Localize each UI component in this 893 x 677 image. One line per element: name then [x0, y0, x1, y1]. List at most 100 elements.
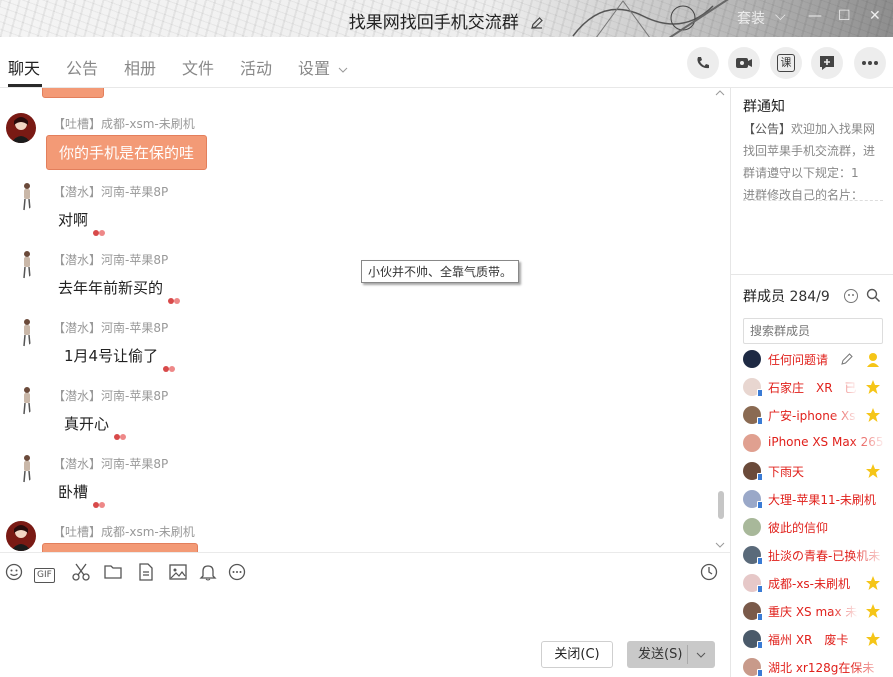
sender-name[interactable]: 【吐槽】成都-xsm-未刷机 — [53, 115, 195, 132]
app-add-button[interactable] — [811, 47, 843, 79]
send-button-label: 发送(S) — [638, 647, 683, 662]
message-item: 【吐槽】成都-xsm-未刷机 你的手机是在保的哇 — [0, 113, 700, 181]
chevron-down-icon[interactable] — [695, 641, 707, 668]
maximize-button[interactable]: ☐ — [838, 8, 851, 24]
avatar[interactable] — [6, 521, 36, 551]
member-name: 扯淡の青春-已换机未 — [768, 549, 881, 563]
avatar — [743, 518, 761, 536]
member-name: iPhone XS Max 265 — [768, 435, 884, 449]
folder-icon[interactable] — [103, 562, 123, 582]
avatar[interactable] — [6, 385, 36, 415]
phone-online-icon — [757, 389, 763, 397]
member-list-item[interactable]: 成都-xs-未刷机 — [743, 571, 893, 595]
active-tab-indicator — [8, 84, 42, 87]
voice-call-button[interactable] — [687, 47, 719, 79]
avatar[interactable] — [6, 249, 36, 279]
message-bubble[interactable]: 1月4号让偷了 — [52, 339, 176, 374]
member-list-item[interactable]: 石家庄 XR 已 — [743, 375, 893, 399]
sender-name[interactable]: 【吐槽】成都-xsm-未刷机 — [53, 523, 195, 540]
video-call-button[interactable] — [728, 47, 760, 79]
more-circle-icon[interactable] — [227, 562, 247, 582]
avatar[interactable] — [6, 453, 36, 483]
phone-online-icon — [757, 417, 763, 425]
member-search-input[interactable] — [743, 318, 883, 344]
sender-name[interactable]: 【潜水】河南-苹果8P — [53, 251, 168, 268]
member-name: 石家庄 XR 已 — [768, 381, 857, 395]
member-list-item[interactable]: 福州 XR 废卡 — [743, 627, 893, 651]
tab-chat[interactable]: 聊天 — [8, 55, 40, 79]
message-bubble[interactable] — [42, 543, 198, 552]
image-icon[interactable] — [168, 562, 188, 582]
member-list-item[interactable]: 彼此的信仰 — [743, 515, 893, 539]
group-notice-title: 群通知 — [743, 99, 785, 115]
tooltip: 小伙并不帅、全靠气质带。 — [361, 260, 520, 283]
minimize-button[interactable]: — — [808, 8, 822, 24]
member-list-item[interactable]: 扯淡の青春-已换机未 — [743, 543, 893, 567]
sender-name[interactable]: 【潜水】河南-苹果8P — [53, 183, 168, 200]
scroll-up-icon[interactable] — [714, 88, 726, 98]
member-name: 重庆 XS max 未 — [768, 605, 858, 619]
scroll-down-icon[interactable] — [714, 540, 726, 550]
avatar — [743, 378, 763, 397]
message-bubble[interactable]: 你的手机是在保的哇 — [46, 135, 208, 170]
edit-pencil-icon[interactable] — [530, 16, 544, 30]
more-button[interactable] — [854, 47, 886, 79]
member-list-item[interactable]: 大理-苹果11-未刷机 — [743, 487, 893, 511]
tab-announcement[interactable]: 公告 — [66, 55, 98, 79]
avatar — [743, 406, 763, 425]
doc-icon[interactable] — [136, 562, 156, 582]
close-button[interactable]: 关闭(C) — [541, 641, 613, 668]
member-list-item[interactable]: 重庆 XS max 未 — [743, 599, 893, 623]
chat-message-area[interactable]: 【吐槽】成都-xsm-未刷机 你的手机是在保的哇 【潜水】河南-苹果8P 对啊 … — [0, 88, 730, 552]
close-window-button[interactable]: ✕ — [869, 8, 881, 24]
message-item: 【潜水】河南-苹果8P 卧槽 — [0, 453, 700, 521]
tab-files[interactable]: 文件 — [182, 55, 214, 79]
member-list-item[interactable]: 下雨天 — [743, 459, 893, 483]
chevron-down-icon[interactable]: ⌵ — [775, 8, 786, 24]
avatar — [743, 630, 763, 649]
class-button[interactable]: 课 — [770, 47, 802, 79]
avatar — [743, 546, 763, 565]
bell-icon[interactable] — [198, 562, 218, 582]
member-list-item[interactable]: iPhone XS Max 265 — [743, 431, 893, 455]
message-input-area[interactable]: GIF 关闭(C) 发送(S) — [0, 552, 730, 677]
history-clock-icon[interactable] — [699, 562, 719, 582]
gif-icon[interactable]: GIF — [34, 562, 60, 583]
member-list-item[interactable]: 任何问题请 — [743, 347, 893, 371]
star-badge-icon — [866, 464, 880, 478]
message-item: 【潜水】河南-苹果8P 1月4号让偷了 — [0, 317, 700, 385]
group-manage-icon[interactable] — [843, 288, 859, 304]
emoji-icon[interactable] — [4, 562, 24, 582]
member-list-item[interactable]: 广安-iphone Xs — [743, 403, 893, 427]
message-bubble[interactable]: 真开心 — [52, 407, 127, 442]
divider — [743, 200, 883, 201]
avatar[interactable] — [6, 181, 36, 211]
skin-button[interactable]: 套装 — [737, 8, 765, 28]
avatar[interactable] — [6, 113, 36, 143]
sender-name[interactable]: 【潜水】河南-苹果8P — [53, 319, 168, 336]
send-button[interactable]: 发送(S) — [627, 641, 715, 668]
edit-pencil-icon[interactable] — [841, 352, 854, 365]
chat-scrollbar[interactable] — [718, 491, 724, 519]
member-name: 广安-iphone Xs — [768, 409, 856, 423]
message-item: 【潜水】河南-苹果8P 真开心 — [0, 385, 700, 453]
message-bubble[interactable]: 对啊 — [46, 203, 106, 238]
sender-name[interactable]: 【潜水】河南-苹果8P — [53, 387, 168, 404]
star-badge-icon — [866, 408, 880, 422]
search-icon[interactable] — [866, 288, 881, 303]
message-bubble[interactable]: 去年年前新买的 — [46, 271, 181, 306]
member-name: 彼此的信仰 — [768, 521, 829, 535]
tab-album[interactable]: 相册 — [124, 55, 156, 79]
member-name: 福州 XR 废卡 — [768, 633, 849, 647]
avatar[interactable] — [6, 317, 36, 347]
tab-activity[interactable]: 活动 — [240, 55, 272, 79]
message-bubble[interactable]: 卧槽 — [46, 475, 106, 510]
sender-name[interactable]: 【潜水】河南-苹果8P — [53, 455, 168, 472]
phone-online-icon — [757, 473, 763, 481]
member-list-item[interactable]: 湖北 xr128g在保未 — [743, 655, 893, 677]
scissors-icon[interactable] — [71, 562, 91, 582]
group-notice-text[interactable]: 【公告】欢迎加入找果网找回苹果手机交流群，进群请遵守以下规定：1 进群修改自己的… — [743, 118, 883, 206]
member-name: 下雨天 — [768, 465, 805, 479]
tab-settings[interactable]: 设置 — [298, 55, 348, 79]
star-badge-icon — [866, 576, 880, 590]
